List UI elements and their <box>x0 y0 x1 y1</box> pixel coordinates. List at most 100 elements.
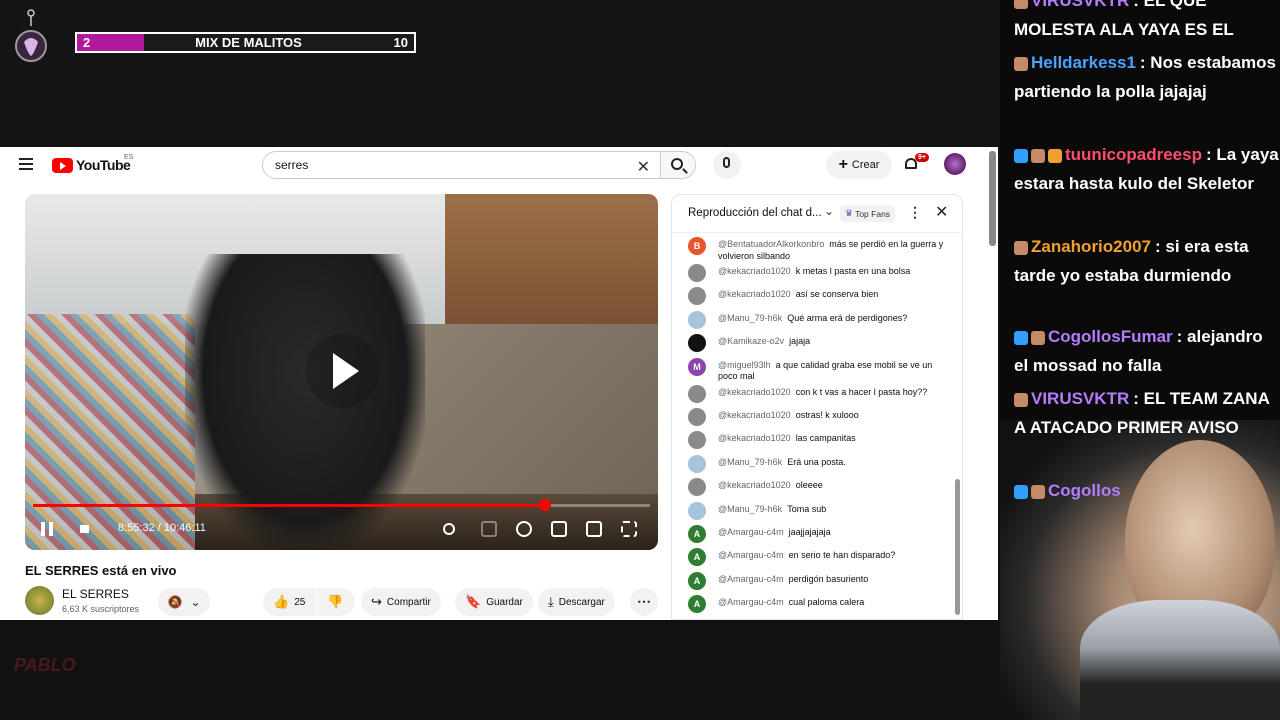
chat-author[interactable]: @Manu_79-h6k <box>718 457 782 467</box>
chat-author[interactable]: @BentatuadorAlkorkonbro <box>718 239 824 249</box>
menu-icon[interactable] <box>19 158 33 170</box>
live-chat-toggle-icon[interactable] <box>443 523 455 535</box>
chat-scrollbar[interactable] <box>955 479 960 615</box>
chat-avatar[interactable] <box>688 431 706 450</box>
stream-chat-username: VIRUSVKTR <box>1031 389 1130 408</box>
save-button[interactable]: 🔖 Guardar <box>455 588 533 616</box>
download-icon: ⤓ <box>548 594 554 609</box>
chat-avatar[interactable] <box>688 310 706 329</box>
chat-avatar[interactable]: B <box>688 237 706 255</box>
search-icon <box>671 158 683 170</box>
create-button[interactable]: + Crear <box>826 151 892 179</box>
like-count: 25 <box>294 596 306 608</box>
fullscreen-icon[interactable] <box>621 521 637 537</box>
chat-author[interactable]: @Amargau-c4m <box>718 574 784 584</box>
chat-author[interactable]: @Kamikaze-o2v <box>718 336 784 346</box>
voice-search-button[interactable] <box>713 151 741 179</box>
chat-badge-icon <box>1014 56 1028 71</box>
chat-avatar[interactable]: A <box>688 548 706 567</box>
like-button[interactable]: 👍 25 <box>263 588 316 616</box>
chat-author[interactable]: @kekacriado1020 <box>718 433 791 443</box>
chat-avatar[interactable]: A <box>688 524 706 543</box>
chat-author[interactable]: @kekacriado1020 <box>718 266 791 276</box>
page-scrollbar[interactable] <box>989 151 996 246</box>
chat-author[interactable]: @kekacriado1020 <box>718 387 791 397</box>
chat-avatar[interactable]: M <box>688 357 706 376</box>
chat-avatar[interactable] <box>688 384 706 403</box>
channel-avatar[interactable] <box>25 586 54 615</box>
notifications-button[interactable]: 9+ <box>903 153 929 172</box>
share-button[interactable]: ↪ Compartir <box>361 588 441 616</box>
settings-gear-icon[interactable] <box>516 521 532 537</box>
chat-more-icon[interactable]: ⋮ <box>908 204 922 221</box>
video-player[interactable]: 8:55:32 / 10:46:11 <box>25 194 658 550</box>
chat-message-body: @kekacriado1020 k metas l pasta en una bo… <box>718 264 910 278</box>
chat-message: @kekacriado1020 las campanitas <box>672 429 962 452</box>
chat-author[interactable]: @kekacriado1020 <box>718 410 791 420</box>
chat-message: A @Amargau-c4m jaajjajajaja <box>672 523 962 546</box>
chat-author[interactable]: @miguel93lh <box>718 360 771 370</box>
share-label: Compartir <box>386 596 431 608</box>
chat-text: las campanitas <box>795 433 856 444</box>
more-actions-icon[interactable]: ⋯ <box>630 588 658 616</box>
chat-avatar[interactable] <box>688 264 706 282</box>
chat-author[interactable]: @kekacriado1020 <box>718 480 791 490</box>
chat-avatar[interactable] <box>688 501 706 520</box>
chat-header: Reproducción del chat d... ⌄ ♛ Top Fans … <box>672 195 962 233</box>
channel-name[interactable]: EL SERRES <box>62 587 129 601</box>
chat-title[interactable]: Reproducción del chat d... <box>688 207 822 219</box>
search-button[interactable] <box>660 151 696 179</box>
youtube-play-icon <box>52 157 73 173</box>
chat-avatar[interactable] <box>688 407 706 426</box>
chat-message-list[interactable]: B @BentatuadorAlkorkonbro más se perdió en… <box>672 235 962 619</box>
download-button[interactable]: ⤓ Descargar <box>538 588 615 616</box>
chat-avatar[interactable] <box>688 454 706 473</box>
subtitles-icon[interactable] <box>481 521 497 537</box>
clear-icon[interactable]: ✕ <box>637 157 650 177</box>
video-title: EL SERRES está en vivo <box>25 563 177 578</box>
seek-bar[interactable] <box>33 499 650 511</box>
chat-message-body: @Manu_79-h6k Qué arma erá de perdigones? <box>718 311 907 325</box>
top-fans-badge[interactable]: ♛ Top Fans <box>840 205 896 222</box>
chevron-down-icon[interactable]: ⌄ <box>824 204 834 218</box>
chat-avatar[interactable] <box>688 334 706 353</box>
stream-frame: 2 MIX DE MALITOS 10 YouTube ES serres ✕ <box>0 0 1280 720</box>
volume-icon[interactable] <box>80 521 96 537</box>
youtube-logo[interactable]: YouTube <box>52 157 131 173</box>
chat-text: Toma sub <box>787 503 827 514</box>
stream-chat-message: Zanahorio2007: si era esta tarde yo esta… <box>1014 232 1280 290</box>
share-icon: ↪ <box>371 594 382 609</box>
account-avatar[interactable] <box>944 153 966 175</box>
chat-author[interactable]: @Manu_79-h6k <box>718 313 782 323</box>
chat-text: jaajjajajaja <box>788 526 831 537</box>
chat-author[interactable]: @Amargau-c4m <box>718 597 784 607</box>
mouse-cursor-icon <box>614 563 621 570</box>
youtube-brand: YouTube <box>76 157 131 173</box>
cast-icon[interactable] <box>586 521 602 537</box>
seek-bar-fill <box>33 499 552 511</box>
chat-avatar[interactable] <box>688 287 706 306</box>
chat-author[interactable]: @Amargau-c4m <box>718 550 784 560</box>
play-icon[interactable] <box>305 334 379 408</box>
miniplayer-icon[interactable] <box>551 521 567 537</box>
thumbs-down-icon: 👎 <box>327 594 344 609</box>
subscription-bell-button[interactable]: 🔕 ⌄ <box>158 588 210 616</box>
chat-avatar[interactable]: A <box>688 571 706 590</box>
chat-avatar[interactable] <box>688 478 706 497</box>
chat-message: A @Amargau-c4m en serio te han disparado? <box>672 546 962 569</box>
chat-badge-icon <box>1048 148 1062 163</box>
chat-message-body: @Amargau-c4m jaajjajajaja <box>718 525 831 539</box>
chat-message-body: @Amargau-c4m en serio te han disparado? <box>718 548 895 562</box>
search-input[interactable]: serres ✕ <box>262 151 661 179</box>
chat-text: Qué arma erá de perdigones? <box>787 312 908 323</box>
close-icon[interactable]: ✕ <box>935 202 948 222</box>
chat-message: @Manu_79-h6k Erá una posta. <box>672 453 962 476</box>
chat-message-body: @Manu_79-h6k Erá una posta. <box>718 455 846 469</box>
chat-author[interactable]: @kekacriado1020 <box>718 289 791 299</box>
chat-avatar[interactable]: A <box>688 595 706 614</box>
chat-author[interactable]: @Amargau-c4m <box>718 527 784 537</box>
chat-author[interactable]: @Manu_79-h6k <box>718 504 782 514</box>
pause-icon[interactable] <box>41 522 53 536</box>
stream-chat-message: Cogollos <box>1014 476 1280 505</box>
dislike-button[interactable]: 👎 <box>317 588 355 616</box>
